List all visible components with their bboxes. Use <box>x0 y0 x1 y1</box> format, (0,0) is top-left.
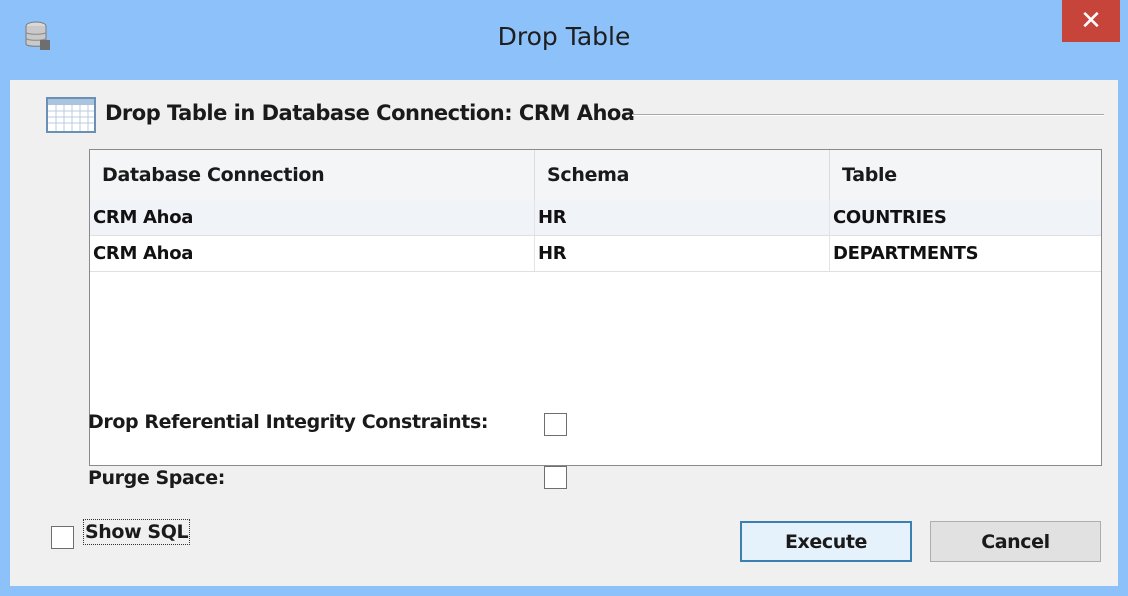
group-title: Drop Table in Database Connection: CRM A… <box>105 101 635 125</box>
purge-space-label: Purge Space: <box>88 467 225 489</box>
table-row[interactable]: CRM Ahoa HR DEPARTMENTS <box>90 236 1101 272</box>
drop-constraints-checkbox[interactable] <box>544 413 567 436</box>
drop-table-dialog: Drop Table ✕ Drop Table in Database Conn… <box>0 0 1128 596</box>
column-header-table[interactable]: Table <box>830 150 1101 200</box>
show-sql-checkbox[interactable] <box>51 526 74 549</box>
group-divider <box>632 114 1104 116</box>
column-header-database-connection[interactable]: Database Connection <box>90 150 535 200</box>
purge-space-checkbox[interactable] <box>544 466 567 489</box>
close-icon: ✕ <box>1080 6 1102 36</box>
cell-table: COUNTRIES <box>833 207 947 228</box>
window-title: Drop Table <box>497 22 631 51</box>
cell-schema: HR <box>535 236 830 271</box>
drop-constraints-label: Drop Referential Integrity Constraints: <box>88 411 489 433</box>
table-header: Database Connection Schema Table <box>90 150 1101 201</box>
cell-schema: HR <box>535 200 830 235</box>
table-grid-icon <box>46 97 96 133</box>
cell-database-connection: CRM Ahoa <box>90 236 535 271</box>
dialog-body: Drop Table in Database Connection: CRM A… <box>10 80 1118 586</box>
cancel-button[interactable]: Cancel <box>930 521 1101 562</box>
cell-table: DEPARTMENTS <box>833 243 979 264</box>
table-row[interactable]: CRM Ahoa HR COUNTRIES <box>90 200 1101 236</box>
execute-button[interactable]: Execute <box>740 521 912 562</box>
title-bar[interactable]: Drop Table ✕ <box>0 0 1128 80</box>
close-button[interactable]: ✕ <box>1062 0 1120 42</box>
cell-database-connection: CRM Ahoa <box>90 200 535 235</box>
show-sql-label[interactable]: Show SQL <box>82 519 191 545</box>
column-header-schema[interactable]: Schema <box>535 150 830 200</box>
